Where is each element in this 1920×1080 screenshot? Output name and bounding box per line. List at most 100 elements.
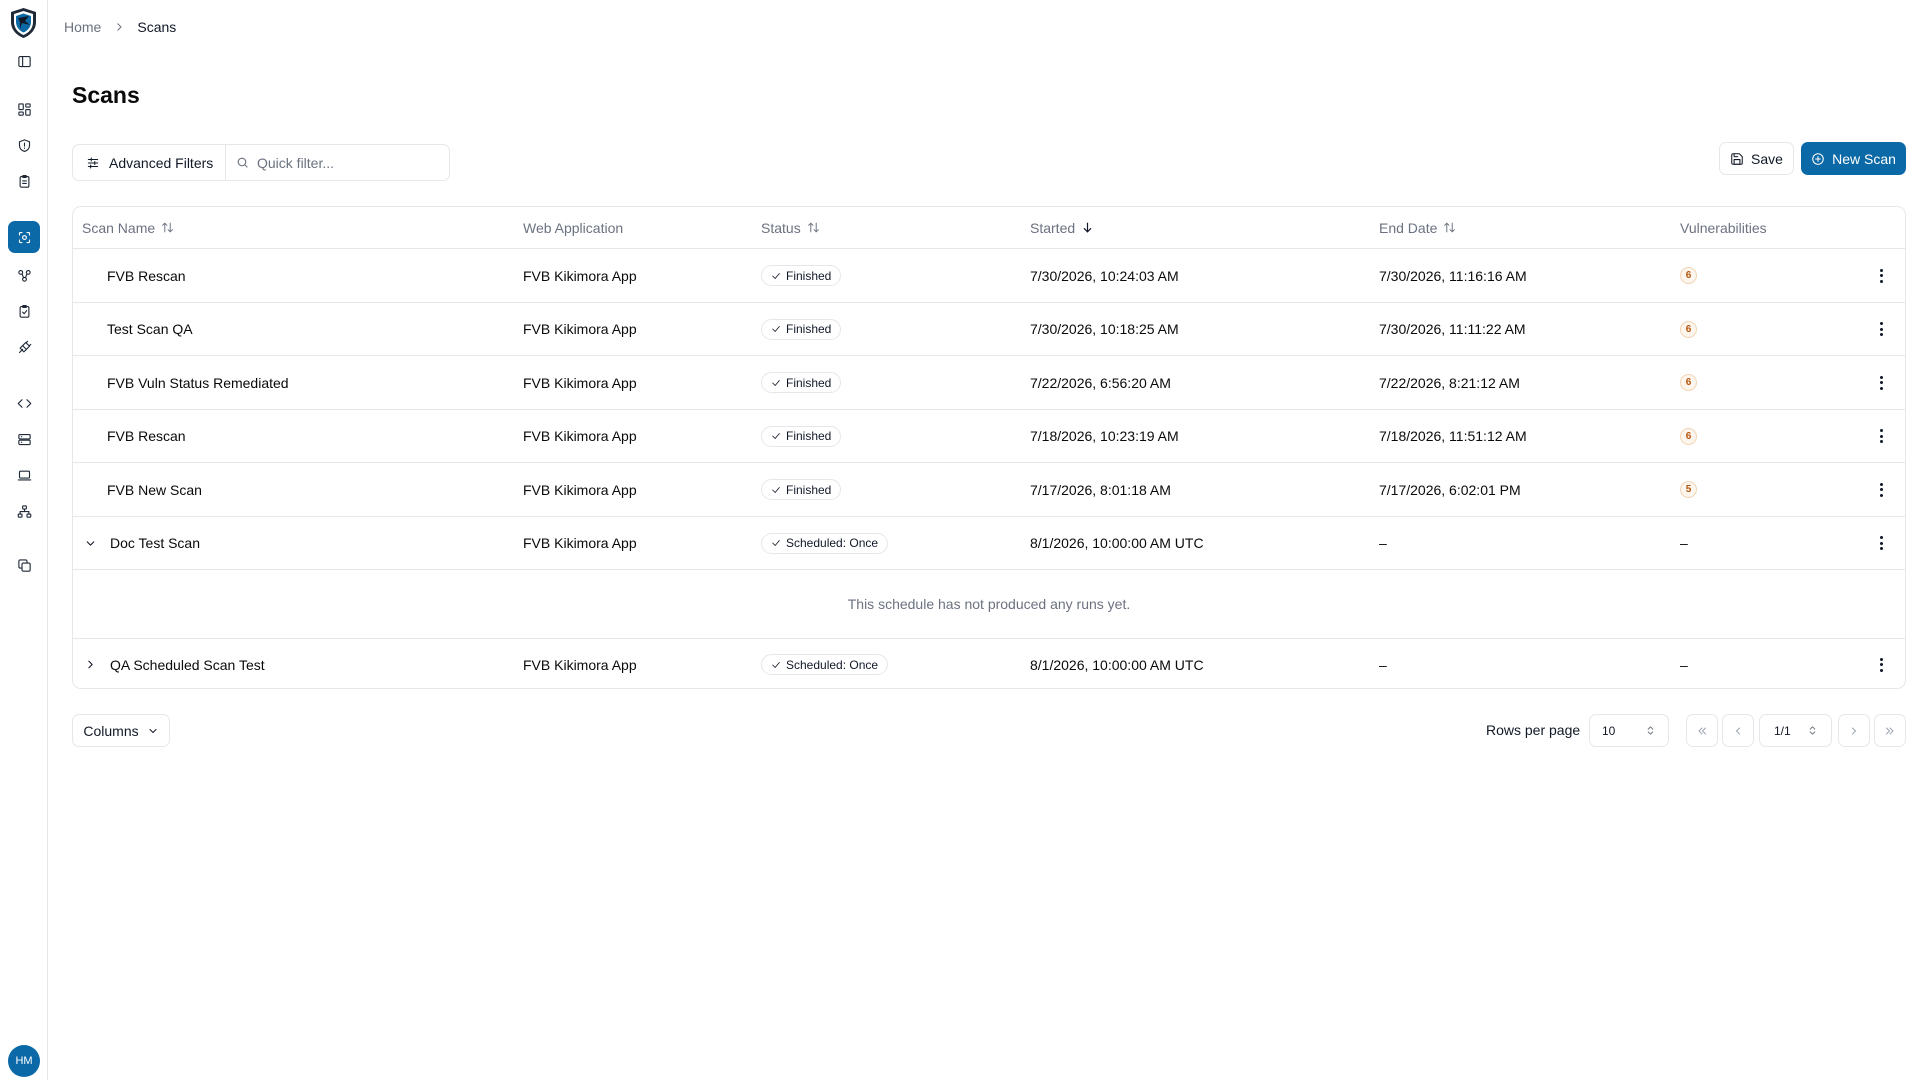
- chevrons-up-down-icon: [1647, 726, 1654, 735]
- vulnerability-count[interactable]: 5: [1680, 481, 1697, 498]
- web-application: FVB Kikimora App: [523, 428, 637, 444]
- sitemap-icon[interactable]: [10, 497, 38, 525]
- arrow-down-icon: [1083, 222, 1092, 233]
- code-icon[interactable]: [10, 389, 38, 417]
- advanced-filters-button[interactable]: Advanced Filters: [73, 145, 226, 180]
- started-date: 7/22/2026, 6:56:20 AM: [1030, 374, 1171, 391]
- check-icon: [772, 540, 780, 546]
- header-started[interactable]: Started: [1030, 207, 1094, 248]
- quick-filter: [226, 145, 449, 180]
- sort-icon: [807, 222, 819, 233]
- user-avatar[interactable]: HM: [8, 1045, 40, 1077]
- scan-name[interactable]: FVB New Scan: [107, 463, 202, 516]
- more-options-icon[interactable]: [1880, 268, 1883, 283]
- table-header: Scan Name Web Application Status Started…: [73, 207, 1905, 249]
- scan-name[interactable]: Test Scan QA: [107, 303, 193, 355]
- expanded-schedule-panel: This schedule has not produced any runs …: [73, 570, 1905, 639]
- last-page-button[interactable]: [1874, 714, 1906, 747]
- vulnerability-count[interactable]: 6: [1680, 427, 1697, 445]
- table-row[interactable]: FVB Rescan FVB Kikimora App Finished 7/1…: [73, 410, 1905, 463]
- header-vulnerabilities-label: Vulnerabilities: [1680, 219, 1767, 236]
- plug-icon[interactable]: [10, 333, 38, 361]
- end-date: 7/30/2026, 11:16:16 AM: [1379, 267, 1527, 284]
- copy-icon[interactable]: [10, 551, 38, 579]
- chevrons-up-down-icon: [1809, 726, 1816, 735]
- header-scan-name[interactable]: Scan Name: [82, 207, 174, 248]
- started-date: 8/1/2026, 10:00:00 AM UTC: [1030, 656, 1204, 673]
- end-date: 7/22/2026, 8:21:12 AM: [1379, 374, 1520, 391]
- scan-icon[interactable]: [8, 221, 40, 253]
- first-page-button[interactable]: [1686, 714, 1718, 747]
- table-row[interactable]: Test Scan QA FVB Kikimora App Finished 7…: [73, 303, 1905, 356]
- more-options-icon[interactable]: [1880, 536, 1883, 550]
- laptop-icon[interactable]: [10, 461, 38, 489]
- table-row[interactable]: FVB Rescan FVB Kikimora App Finished 7/3…: [73, 249, 1905, 303]
- header-end-date[interactable]: End Date: [1379, 207, 1456, 248]
- more-options-icon[interactable]: [1880, 657, 1883, 672]
- header-status[interactable]: Status: [761, 207, 820, 248]
- quick-filter-input[interactable]: [257, 154, 437, 171]
- check-icon: [772, 661, 780, 668]
- dashboard-icon[interactable]: [10, 95, 38, 123]
- more-options-icon[interactable]: [1880, 482, 1883, 497]
- chevron-right-icon: [113, 21, 125, 33]
- columns-button[interactable]: Columns: [72, 714, 170, 747]
- page-select[interactable]: 1/1: [1759, 714, 1832, 747]
- status-label: Finished: [786, 322, 832, 336]
- more-options-icon[interactable]: [1880, 429, 1883, 443]
- sliders-icon: [87, 157, 99, 168]
- vulnerability-count: –: [1680, 535, 1688, 551]
- clipboard-icon[interactable]: [10, 167, 38, 195]
- vulnerability-count[interactable]: 6: [1680, 267, 1697, 284]
- rows-per-page-label: Rows per page: [1486, 722, 1581, 738]
- header-web-application-label: Web Application: [523, 219, 624, 236]
- table-row[interactable]: QA Scheduled Scan Test FVB Kikimora App …: [73, 639, 1905, 688]
- chevron-down-icon[interactable]: [84, 517, 97, 569]
- shield-icon[interactable]: [10, 131, 38, 159]
- vulnerability-count[interactable]: 6: [1680, 320, 1697, 338]
- scan-name[interactable]: Doc Test Scan: [110, 517, 200, 569]
- status-badge: Finished: [761, 479, 842, 500]
- status-badge: Scheduled: Once: [761, 532, 889, 554]
- rows-per-page-select[interactable]: 10: [1589, 714, 1669, 747]
- check-icon: [772, 433, 780, 439]
- new-scan-button[interactable]: New Scan: [1801, 142, 1906, 175]
- network-icon[interactable]: [10, 261, 38, 289]
- scan-name[interactable]: FVB Vuln Status Remediated: [107, 356, 289, 409]
- advanced-filters-label: Advanced Filters: [109, 154, 214, 171]
- chevrons-left-icon: [1698, 727, 1706, 734]
- vulnerability-count[interactable]: 6: [1680, 374, 1697, 391]
- chevrons-right-icon: [1886, 727, 1894, 734]
- server-icon[interactable]: [10, 425, 38, 453]
- web-application: FVB Kikimora App: [523, 535, 637, 551]
- sidebar-toggle-icon[interactable]: [10, 47, 38, 75]
- table-row[interactable]: Doc Test Scan FVB Kikimora App Scheduled…: [73, 517, 1905, 570]
- started-date: 7/30/2026, 10:24:03 AM: [1030, 267, 1179, 284]
- table-row[interactable]: FVB New Scan FVB Kikimora App Finished 7…: [73, 463, 1905, 517]
- scan-name[interactable]: QA Scheduled Scan Test: [110, 639, 265, 688]
- next-page-button[interactable]: [1838, 714, 1870, 747]
- clipboard-check-icon[interactable]: [10, 297, 38, 325]
- more-options-icon[interactable]: [1880, 375, 1883, 390]
- started-date: 7/18/2026, 10:23:19 AM: [1030, 428, 1179, 444]
- check-icon: [772, 486, 780, 493]
- more-options-icon[interactable]: [1880, 322, 1883, 336]
- empty-schedule-message: This schedule has not produced any runs …: [847, 596, 1131, 612]
- plus-circle-icon: [1812, 152, 1824, 165]
- header-vulnerabilities: Vulnerabilities: [1680, 207, 1767, 248]
- breadcrumb-home-link[interactable]: Home: [64, 19, 101, 35]
- logo-icon[interactable]: [9, 7, 38, 39]
- columns-label: Columns: [83, 722, 139, 739]
- chevron-right-icon[interactable]: [84, 639, 97, 688]
- save-label: Save: [1751, 150, 1783, 167]
- header-started-label: Started: [1030, 219, 1076, 236]
- sidebar: HM: [0, 0, 48, 1080]
- scan-name[interactable]: FVB Rescan: [107, 410, 186, 462]
- check-icon: [772, 272, 780, 279]
- scan-name[interactable]: FVB Rescan: [107, 249, 186, 302]
- header-end-date-label: End Date: [1379, 219, 1438, 236]
- previous-page-button[interactable]: [1722, 714, 1754, 747]
- table-row[interactable]: FVB Vuln Status Remediated FVB Kikimora …: [73, 356, 1905, 410]
- scans-table: Scan Name Web Application Status Started…: [72, 206, 1906, 689]
- save-button[interactable]: Save: [1719, 142, 1794, 175]
